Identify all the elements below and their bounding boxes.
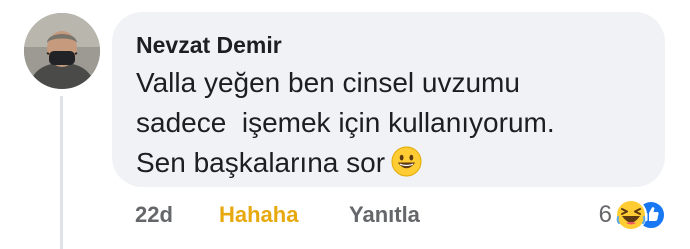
- grinning-face-icon: [391, 146, 422, 177]
- user-avatar-icon: [24, 13, 100, 89]
- comment-timestamp[interactable]: 22d: [135, 202, 173, 228]
- comment-author[interactable]: Nevzat Demir: [136, 32, 282, 59]
- avatar[interactable]: [24, 13, 100, 89]
- comment-line-2: sadece işemek için kullanıyorum.: [136, 107, 555, 138]
- reaction-count: 6: [598, 201, 612, 228]
- comment-bubble: Nevzat Demir Valla yeğen ben cinsel uvzu…: [112, 12, 665, 187]
- haha-icon: [615, 199, 647, 231]
- comment-body: Valla yeğen ben cinsel uvzumu sadece işe…: [136, 63, 656, 183]
- hahaha-reaction-button[interactable]: Hahaha: [219, 202, 298, 228]
- reaction-icons: [615, 199, 667, 231]
- comment-line-3-text: Sen başkalarına sor: [136, 147, 386, 178]
- reaction-summary[interactable]: 6: [599, 199, 667, 231]
- reply-button[interactable]: Yanıtla: [349, 202, 420, 228]
- thread-line: [60, 96, 63, 249]
- comment-line-3: Sen başkalarına sor: [136, 143, 656, 183]
- comment-line-1: Valla yeğen ben cinsel uvzumu: [136, 67, 520, 98]
